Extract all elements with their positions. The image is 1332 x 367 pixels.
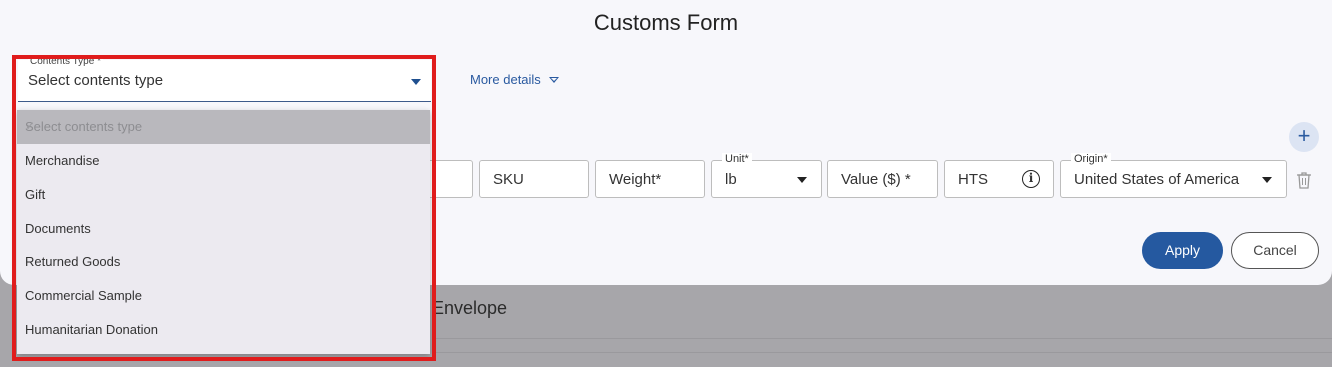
trash-icon[interactable]	[1296, 171, 1312, 189]
dropdown-option-humanitarian-donation[interactable]: Humanitarian Donation	[17, 313, 430, 347]
hts-field[interactable]: HTS i	[944, 160, 1054, 198]
option-label: Commercial Sample	[25, 288, 143, 303]
option-label: Humanitarian Donation	[25, 322, 158, 337]
sku-field[interactable]: SKU	[479, 160, 589, 198]
modal-title: Customs Form	[593, 10, 739, 35]
chevron-down-icon	[548, 76, 559, 83]
chevron-down-icon	[1262, 177, 1272, 183]
dropdown-option-commercial-sample[interactable]: Commercial Sample	[17, 279, 430, 313]
weight-field[interactable]: Weight*	[595, 160, 705, 198]
chevron-down-icon	[797, 177, 807, 183]
dropdown-option-gift[interactable]: Gift	[17, 178, 430, 212]
unit-value: lb	[725, 171, 737, 188]
check-icon: ✓	[25, 119, 36, 133]
weight-placeholder: Weight*	[609, 171, 662, 188]
unit-select[interactable]: Unit* lb	[711, 153, 822, 198]
origin-value: United States of America	[1074, 171, 1240, 188]
cancel-button[interactable]: Cancel	[1231, 232, 1319, 269]
background-envelope-label: Envelope	[432, 298, 508, 318]
hts-placeholder: HTS	[958, 171, 988, 188]
info-icon[interactable]: i	[1022, 170, 1040, 188]
origin-select[interactable]: Origin* United States of America	[1060, 153, 1287, 198]
apply-button[interactable]: Apply	[1142, 232, 1223, 269]
sku-placeholder: SKU	[493, 171, 524, 188]
option-label: Merchandise	[25, 153, 100, 168]
origin-label: Origin*	[1071, 153, 1111, 166]
chevron-down-icon	[411, 79, 421, 85]
value-field[interactable]: Value ($) *	[827, 160, 938, 198]
option-label: Documents	[25, 221, 91, 236]
add-item-button[interactable]: +	[1289, 122, 1319, 152]
dropdown-option-documents[interactable]: Documents	[17, 212, 430, 246]
dropdown-option-select-contents-type[interactable]: Select contents type ✓	[17, 110, 430, 144]
unit-label: Unit*	[722, 153, 752, 166]
value-placeholder: Value ($) *	[841, 171, 911, 188]
contents-type-label: Contents Type *	[28, 56, 103, 68]
dropdown-option-merchandise[interactable]: Merchandise	[17, 144, 430, 178]
dropdown-option-returned-goods[interactable]: Returned Goods	[17, 245, 430, 279]
background-divider	[432, 352, 1332, 353]
background-divider	[432, 338, 1332, 339]
more-details-link[interactable]: More details	[470, 72, 559, 87]
contents-type-value: Select contents type	[28, 72, 164, 89]
option-label: Gift	[25, 187, 46, 202]
contents-type-dropdown: Select contents type ✓ Merchandise Gift …	[17, 110, 430, 354]
option-label: Returned Goods	[25, 254, 121, 269]
more-details-label: More details	[470, 72, 541, 87]
